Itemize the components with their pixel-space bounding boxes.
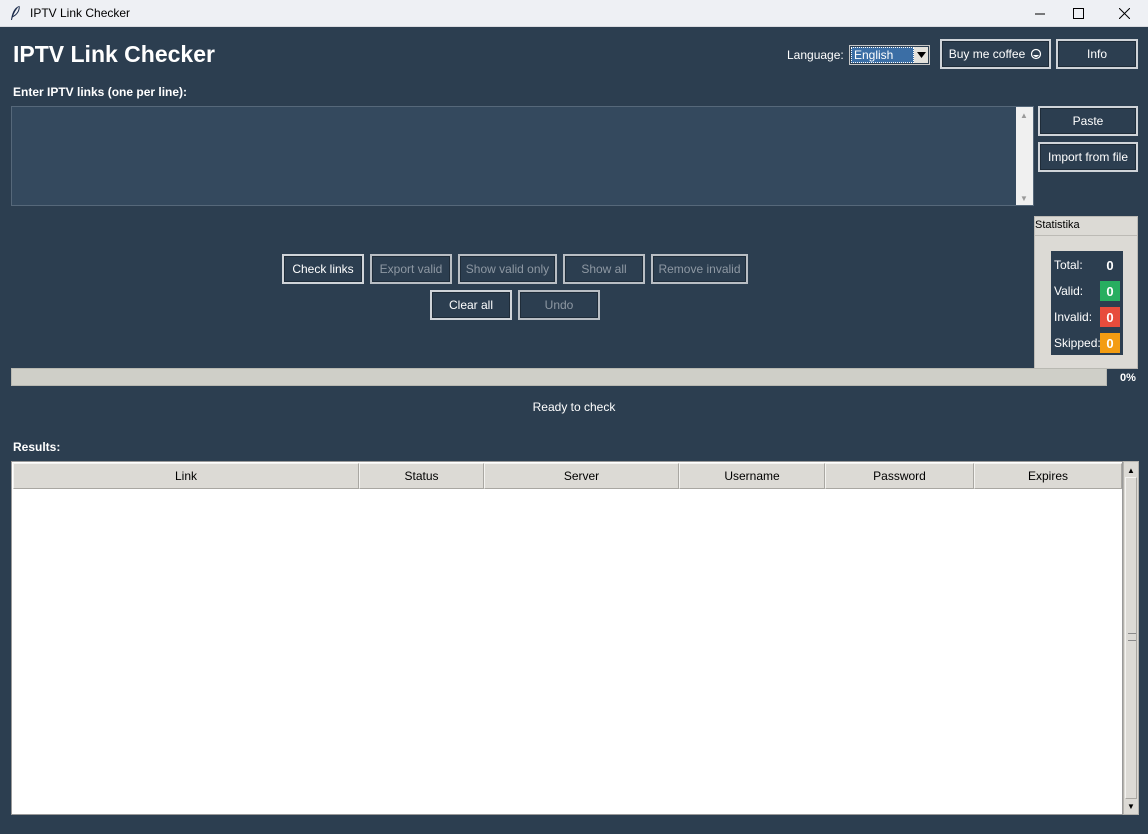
remove-invalid-button[interactable]: Remove invalid [651,254,748,284]
scroll-up-icon[interactable]: ▲ [1125,463,1137,477]
show-all-button[interactable]: Show all [563,254,645,284]
check-links-button[interactable]: Check links [282,254,364,284]
undo-label: Undo [544,298,574,312]
statistics-title: Statistika [1035,219,1080,231]
statistics-values: Total: 0 Valid: 0 Invalid: 0 Skipped: 0 [1051,251,1123,355]
statistics-panel: Statistika Total: 0 Valid: 0 Invalid: 0 … [1034,216,1138,369]
stat-valid-label: Valid: [1054,284,1084,298]
show-valid-only-button[interactable]: Show valid only [458,254,557,284]
show-valid-only-label: Show valid only [465,262,550,276]
stat-total-value: 0 [1106,257,1114,273]
import-file-button[interactable]: Import from file [1038,142,1138,172]
remove-invalid-label: Remove invalid [658,262,741,276]
maximize-button[interactable] [1055,0,1101,27]
paste-label: Paste [1072,114,1104,128]
links-input-label: Enter IPTV links (one per line): [13,85,188,99]
scroll-down-icon[interactable]: ▼ [1125,799,1137,813]
clear-all-label: Clear all [448,298,493,312]
info-button[interactable]: Info [1056,39,1138,69]
undo-button[interactable]: Undo [518,290,600,320]
language-select[interactable]: English [849,45,930,65]
column-header-username[interactable]: Username [679,463,825,489]
minimize-icon [1035,13,1045,14]
buy-coffee-label: Buy me coffee [948,47,1026,61]
coffee-icon [1031,48,1042,60]
results-scrollbar[interactable]: ▲ ▼ [1123,461,1139,815]
clear-all-button[interactable]: Clear all [430,290,512,320]
stat-total-label: Total: [1054,258,1083,272]
check-links-label: Check links [292,262,354,276]
stat-valid-badge: 0 [1100,281,1120,301]
results-label: Results: [13,440,61,454]
stat-skipped-badge: 0 [1100,333,1120,353]
language-label: Language: [787,48,844,62]
column-header-status[interactable]: Status [359,463,484,489]
column-header-link[interactable]: Link [13,463,359,489]
progress-bar [11,368,1107,386]
show-all-label: Show all [581,262,627,276]
paste-button[interactable]: Paste [1038,106,1138,136]
results-scrollbar-thumb[interactable] [1125,477,1137,799]
window-title: IPTV Link Checker [30,6,131,20]
column-header-expires[interactable]: Expires [974,463,1122,489]
app-title: IPTV Link Checker [13,41,215,67]
export-valid-button[interactable]: Export valid [370,254,452,284]
column-header-server[interactable]: Server [484,463,679,489]
status-text: Ready to check [532,400,616,414]
results-table[interactable]: Link Status Server Username Password Exp… [11,461,1123,815]
language-select-value: English [851,47,914,63]
export-valid-label: Export valid [379,262,443,276]
column-header-password[interactable]: Password [825,463,974,489]
progress-percent: 0% [1120,372,1136,384]
window-titlebar: IPTV Link Checker [0,0,1148,27]
feather-icon [11,5,20,20]
close-button[interactable] [1101,0,1147,27]
chevron-down-icon[interactable] [914,47,928,63]
close-icon [1118,8,1130,19]
grip-icon [1128,633,1136,641]
info-label: Info [1086,47,1107,61]
maximize-icon [1072,8,1084,19]
stat-invalid-badge: 0 [1100,307,1120,327]
links-textarea[interactable]: ▲ ▼ [11,106,1034,206]
scroll-up-icon[interactable]: ▲ [1019,110,1029,120]
stat-skipped-label: Skipped: [1054,336,1101,350]
scroll-down-icon[interactable]: ▼ [1019,193,1029,203]
stat-invalid-label: Invalid: [1054,310,1093,324]
textarea-scrollbar[interactable]: ▲ ▼ [1016,107,1033,205]
results-table-header: Link Status Server Username Password Exp… [13,463,1122,489]
import-file-label: Import from file [1047,150,1128,164]
buy-coffee-button[interactable]: Buy me coffee [940,39,1051,69]
